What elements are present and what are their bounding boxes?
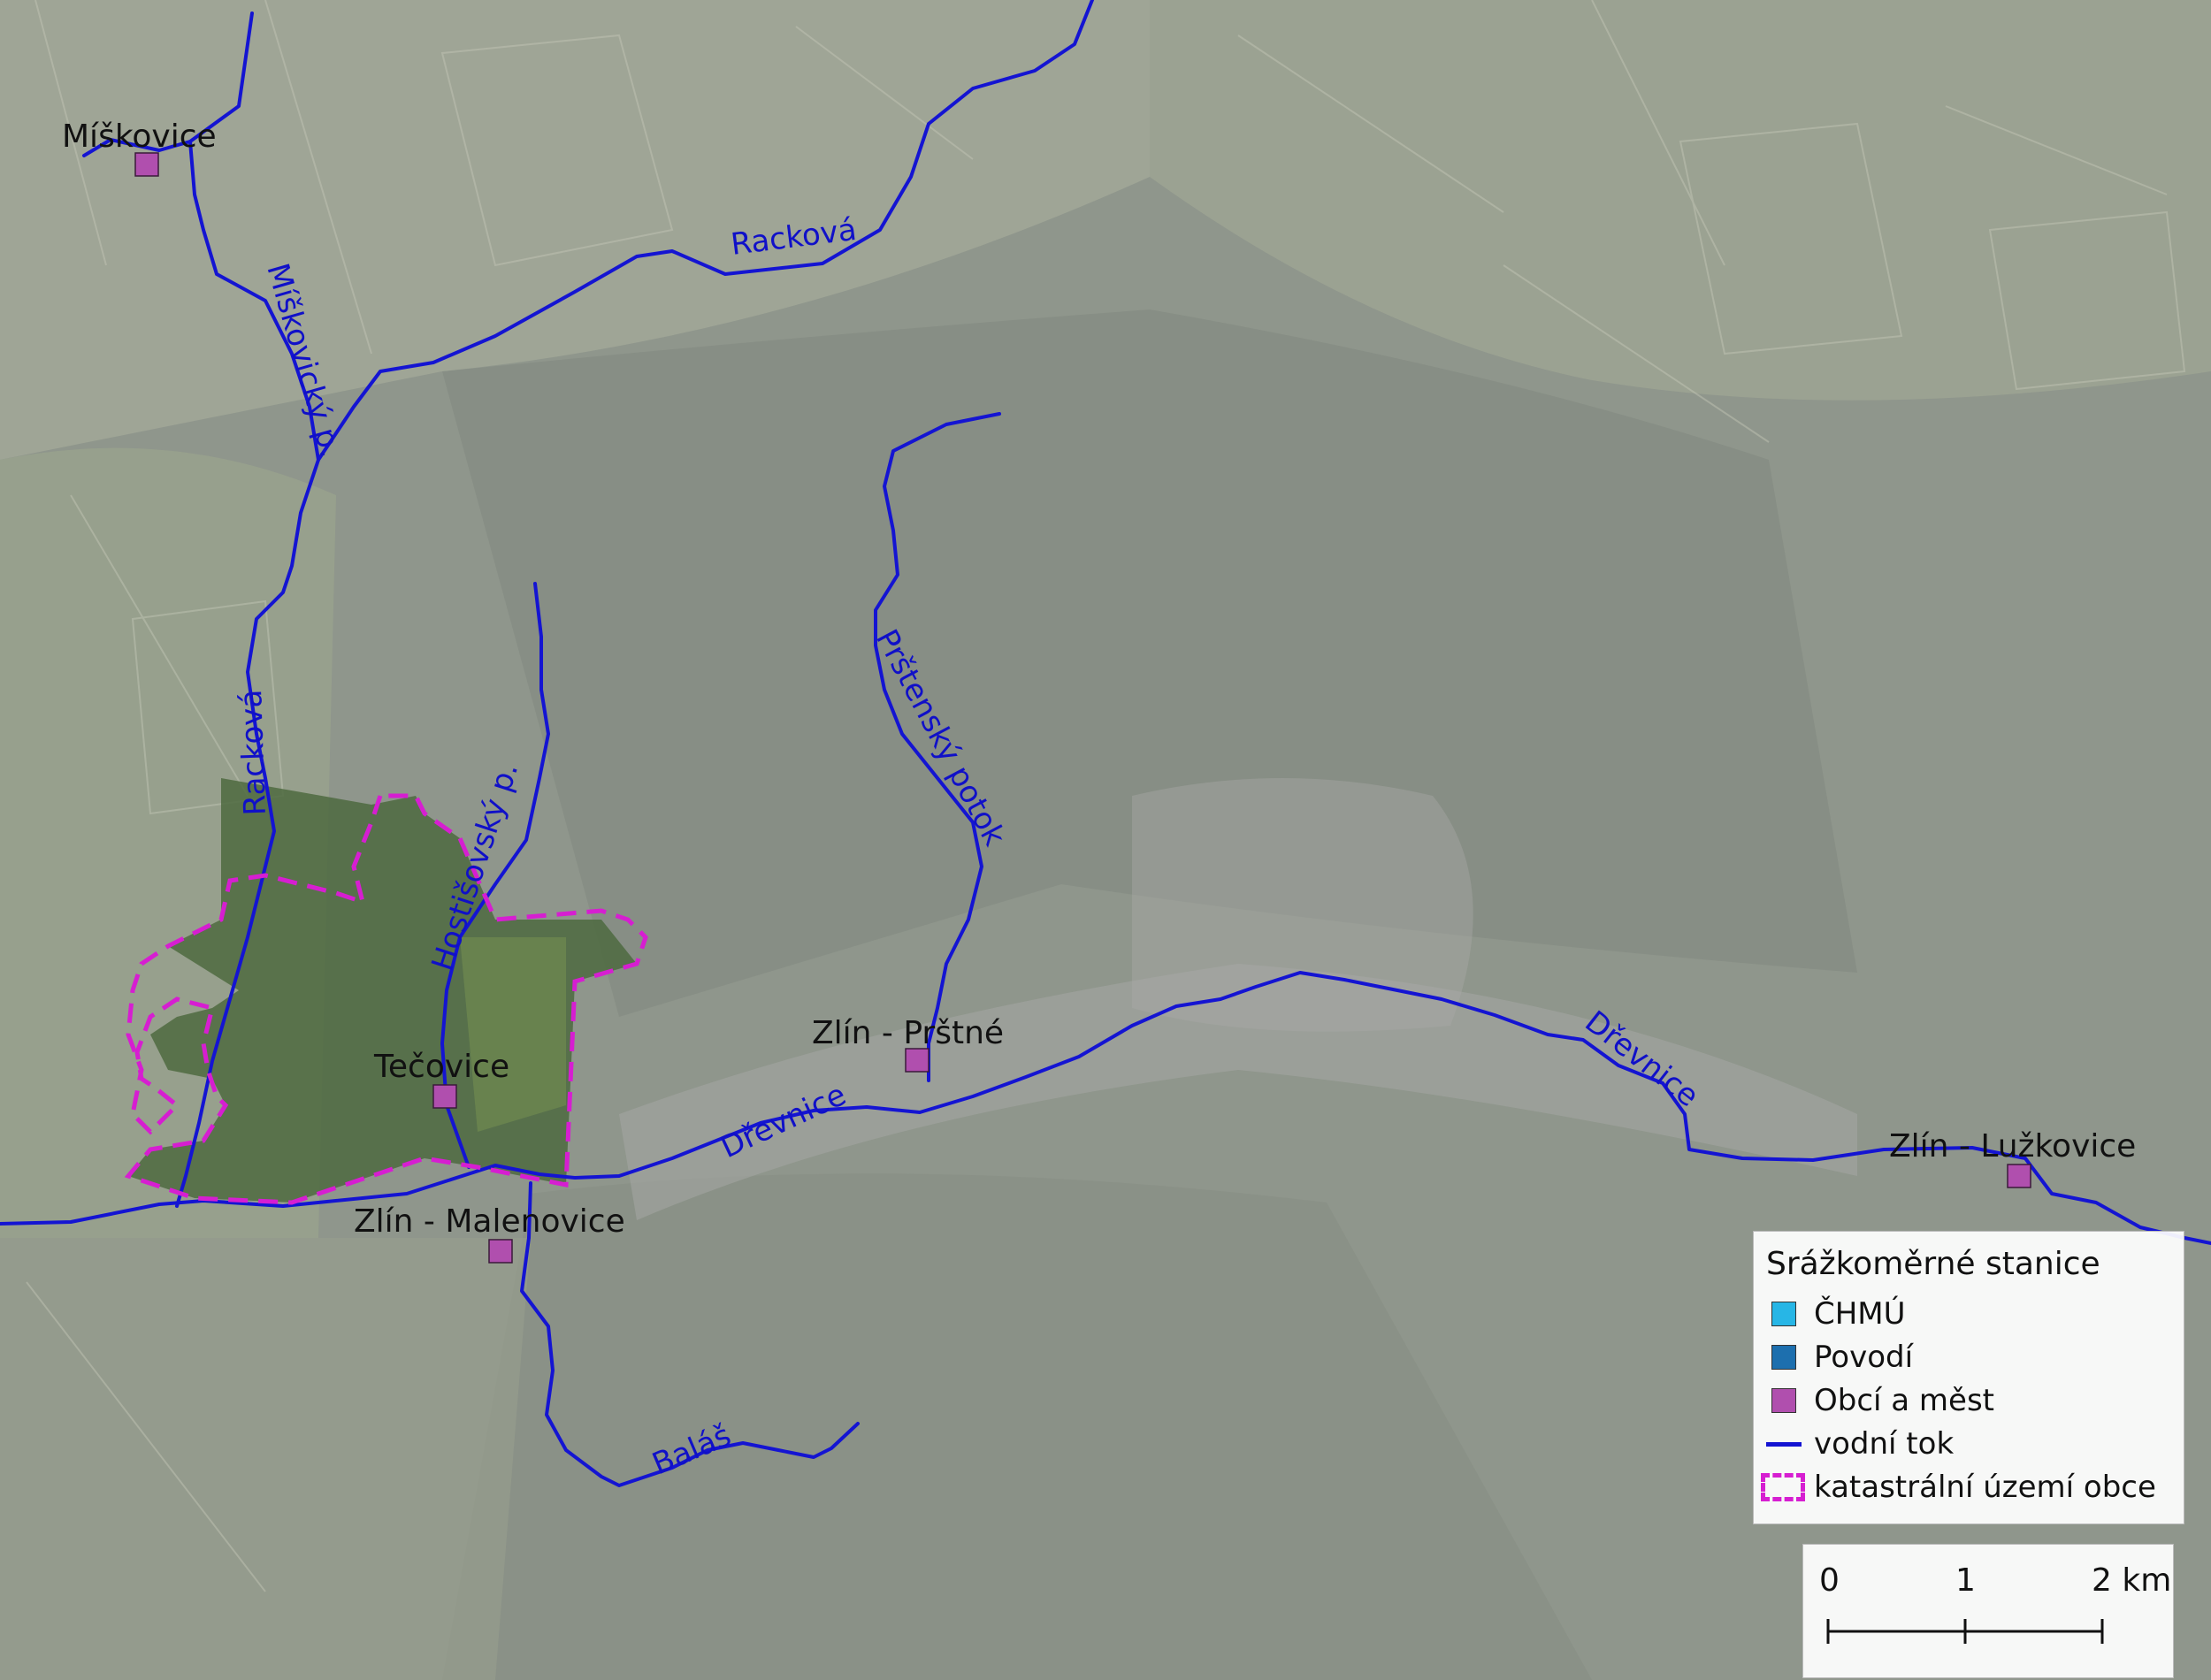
farmland-southwest <box>0 1238 531 1680</box>
river-line-icon <box>1766 1441 1802 1447</box>
label-miskovice: Míškovice <box>62 118 217 155</box>
legend-label-vodni-tok: vodní tok <box>1814 1426 1955 1462</box>
label-malenovice: Zlín - Malenovice <box>354 1203 625 1240</box>
label-prstne: Zlín - Prštné <box>812 1015 1004 1051</box>
station-prstne[interactable] <box>905 1048 930 1073</box>
legend-title: Srážkoměrné stanice <box>1766 1246 2100 1282</box>
obci-square-icon <box>1771 1388 1796 1413</box>
scale-bar: 0 1 2 km <box>1802 1544 2174 1678</box>
station-malenovice[interactable] <box>488 1239 513 1264</box>
label-river-rackova-mid: Racková <box>233 689 273 816</box>
legend-item-vodni-tok: vodní tok <box>1766 1424 1954 1464</box>
station-luzkovice[interactable] <box>2007 1164 2031 1188</box>
chmu-square-icon <box>1771 1302 1796 1326</box>
station-tecovice[interactable] <box>432 1084 457 1109</box>
legend-item-povodi: Povodí <box>1766 1337 1913 1378</box>
boundary-dashed-icon <box>1761 1473 1805 1501</box>
legend-item-chmu: ČHMÚ <box>1766 1294 1906 1334</box>
legend-label-obci: Obcí a měst <box>1814 1383 1995 1418</box>
legend-item-katastralni: katastrální území obce <box>1761 1467 2156 1508</box>
legend-label-katastralni: katastrální území obce <box>1814 1470 2156 1505</box>
legend-panel: Srážkoměrné stanice ČHMÚ Povodí Obcí a m… <box>1753 1231 2184 1524</box>
label-tecovice: Tečovice <box>373 1049 509 1085</box>
legend-label-chmu: ČHMÚ <box>1814 1296 1906 1332</box>
station-miskovice[interactable] <box>134 152 159 177</box>
legend-item-obci: Obcí a měst <box>1766 1380 1994 1421</box>
scale-bar-graphic <box>1826 1619 2104 1644</box>
povodi-square-icon <box>1771 1345 1796 1370</box>
tecovice-fields <box>460 937 566 1132</box>
legend-label-povodi: Povodí <box>1814 1340 1914 1375</box>
label-luzkovice: Zlín - Lužkovice <box>1889 1128 2136 1165</box>
